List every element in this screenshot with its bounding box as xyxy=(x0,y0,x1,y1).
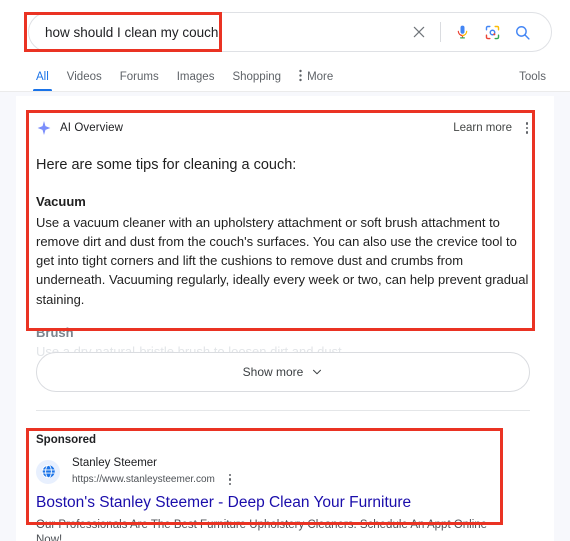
tab-videos[interactable]: Videos xyxy=(67,62,102,92)
search-icon xyxy=(515,25,530,40)
search-input[interactable]: how should I clean my couch xyxy=(45,25,404,40)
chevron-down-icon xyxy=(313,369,322,375)
close-icon xyxy=(413,26,425,38)
voice-search-button[interactable] xyxy=(447,17,477,47)
ad-menu-button[interactable] xyxy=(223,471,237,487)
globe-icon xyxy=(41,465,55,479)
tab-all[interactable]: All xyxy=(33,62,52,92)
ai-overview-actions: Learn more xyxy=(453,120,534,136)
ai-overview-panel: AI Overview Learn more Here are some tip… xyxy=(36,118,534,362)
microphone-icon xyxy=(457,25,467,38)
clear-search-button[interactable] xyxy=(404,17,434,47)
results-nav: All Videos Forums Images Shopping More T… xyxy=(0,62,570,92)
tab-forums[interactable]: Forums xyxy=(120,62,159,92)
ad-url: https://www.stanleysteemer.com xyxy=(72,473,215,485)
show-more-button[interactable]: Show more xyxy=(36,352,530,392)
advertiser-favicon xyxy=(36,459,60,484)
ai-overview-section-1-body: Use a vacuum cleaner with an upholstery … xyxy=(36,214,529,307)
search-box[interactable]: how should I clean my couch xyxy=(28,12,552,52)
section-divider xyxy=(36,410,530,411)
tab-forums-label: Forums xyxy=(119,71,159,83)
ai-overview-header: AI Overview Learn more xyxy=(36,118,534,138)
nav-tab-list: All Videos Forums Images Shopping More xyxy=(33,62,333,92)
kebab-menu-glyph xyxy=(299,69,302,82)
ad-site-row: Stanley Steemer https://www.stanleysteem… xyxy=(36,456,506,487)
advertiser-name: Stanley Steemer xyxy=(72,457,158,469)
tab-shopping-label: Shopping xyxy=(232,71,282,83)
ai-overview-section-1-heading: Vacuum xyxy=(36,193,86,209)
search-results-page: how should I clean my couch All Videos F… xyxy=(0,0,570,541)
google-lens-button[interactable] xyxy=(477,17,507,47)
ai-overview-section-2-heading: Brush xyxy=(36,324,74,340)
ai-overview-lede: Here are some tips for cleaning a couch: xyxy=(36,157,297,173)
tools-button[interactable]: Tools xyxy=(519,62,546,92)
tab-all-label: All xyxy=(36,71,49,83)
tools-label: Tools xyxy=(519,71,546,83)
tab-videos-label: Videos xyxy=(66,71,102,83)
search-submit-button[interactable] xyxy=(507,17,537,47)
google-lens-icon xyxy=(485,25,499,39)
tab-images-label: Images xyxy=(176,71,215,83)
search-box-actions xyxy=(404,17,551,47)
ad-url-row: https://www.stanleysteemer.com xyxy=(72,471,237,487)
sparkle-icon xyxy=(37,121,51,135)
icon-divider xyxy=(440,22,441,42)
ad-headline-link[interactable]: Boston's Stanley Steemer - Deep Clean Yo… xyxy=(36,494,506,513)
sponsored-ad: Sponsored Stanley Steemer https://www.st… xyxy=(36,434,506,541)
ai-overview-title: AI Overview xyxy=(60,122,124,134)
ai-overview-menu-button[interactable] xyxy=(520,120,534,136)
ad-site-text: Stanley Steemer https://www.stanleysteem… xyxy=(72,456,237,487)
learn-more-link[interactable]: Learn more xyxy=(453,122,512,134)
kebab-menu-icon xyxy=(299,69,302,85)
tab-shopping[interactable]: Shopping xyxy=(232,62,281,92)
ad-description: Our Professionals Are The Best Furniture… xyxy=(36,518,488,541)
search-header: how should I clean my couch xyxy=(0,0,570,64)
tab-images[interactable]: Images xyxy=(177,62,215,92)
tab-more[interactable]: More xyxy=(299,62,333,92)
show-more-label: Show more xyxy=(242,365,304,379)
sponsored-label: Sponsored xyxy=(36,434,97,446)
tab-more-label: More xyxy=(307,71,334,83)
